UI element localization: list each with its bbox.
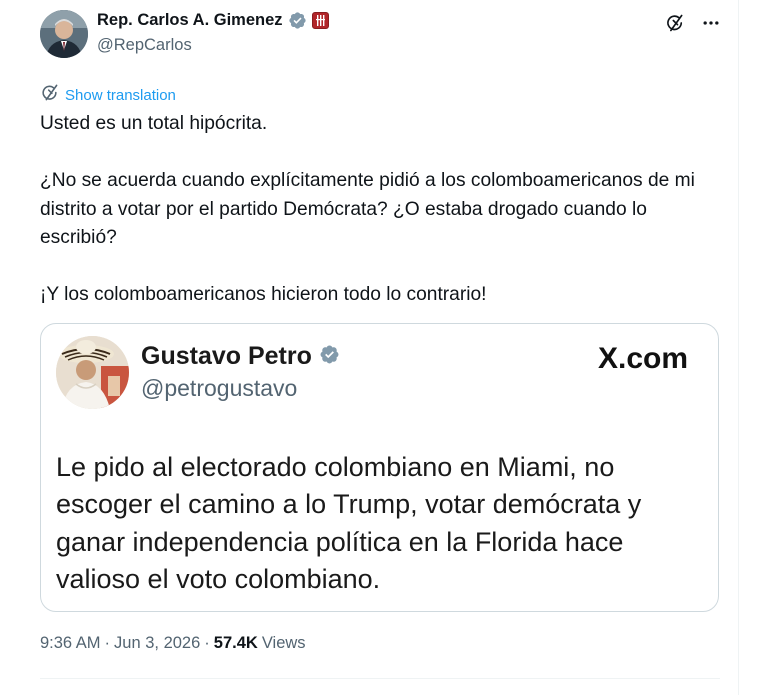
quoted-handle: @petrogustavo xyxy=(141,375,298,401)
quoted-verified-badge-icon xyxy=(319,344,340,370)
tweet-meta: 9:36 AM · Jun 3, 2026 · 57.4K Views xyxy=(40,634,306,653)
translate-icon xyxy=(40,83,59,107)
verified-badge-icon[interactable] xyxy=(288,11,307,30)
quoted-name-row: Gustavo Petro xyxy=(141,342,340,371)
grok-icon[interactable] xyxy=(664,12,686,34)
quoted-display-name: Gustavo Petro xyxy=(141,342,312,370)
more-options-icon[interactable] xyxy=(700,12,722,34)
tweet-article: Rep. Carlos A. Gimenez @RepCarlos Show t… xyxy=(0,0,738,695)
quoted-post-text: Le pido al electorado colombiano en Miam… xyxy=(56,452,642,594)
tweet-time[interactable]: 9:36 AM xyxy=(40,634,101,653)
column-border xyxy=(738,0,739,695)
x-com-logo: X.com xyxy=(598,342,689,375)
divider xyxy=(40,678,720,679)
tweet-text: Usted es un total hipócrita. ¿No se acue… xyxy=(40,110,720,310)
show-translation-link[interactable]: Show translation xyxy=(40,83,176,107)
views-label: Views xyxy=(261,634,306,652)
author-display-name[interactable]: Rep. Carlos A. Gimenez xyxy=(97,11,283,30)
tweet-date[interactable]: Jun 3, 2026 xyxy=(114,634,200,653)
meta-separator: · xyxy=(104,634,111,652)
meta-separator: · xyxy=(204,634,210,652)
author-avatar[interactable] xyxy=(40,10,88,58)
quoted-post-card[interactable]: Gustavo Petro @petrogustavo X.com Le pid… xyxy=(40,323,719,612)
quoted-author-avatar xyxy=(56,336,129,409)
views-count[interactable]: 57.4K xyxy=(214,634,258,653)
government-affiliation-badge-icon[interactable] xyxy=(311,12,329,29)
author-handle[interactable]: @RepCarlos xyxy=(97,36,192,55)
tweet-page: Rep. Carlos A. Gimenez @RepCarlos Show t… xyxy=(0,0,761,695)
tweet-paragraph: ¿No se acuerda cuando explícitamente pid… xyxy=(40,170,695,248)
show-translation-label[interactable]: Show translation xyxy=(65,87,176,104)
tweet-paragraph: ¡Y los colomboamericanos hicieron todo l… xyxy=(40,284,487,305)
author-name-row: Rep. Carlos A. Gimenez xyxy=(97,11,329,30)
tweet-header-actions xyxy=(664,12,722,34)
tweet-paragraph: Usted es un total hipócrita. xyxy=(40,113,268,134)
